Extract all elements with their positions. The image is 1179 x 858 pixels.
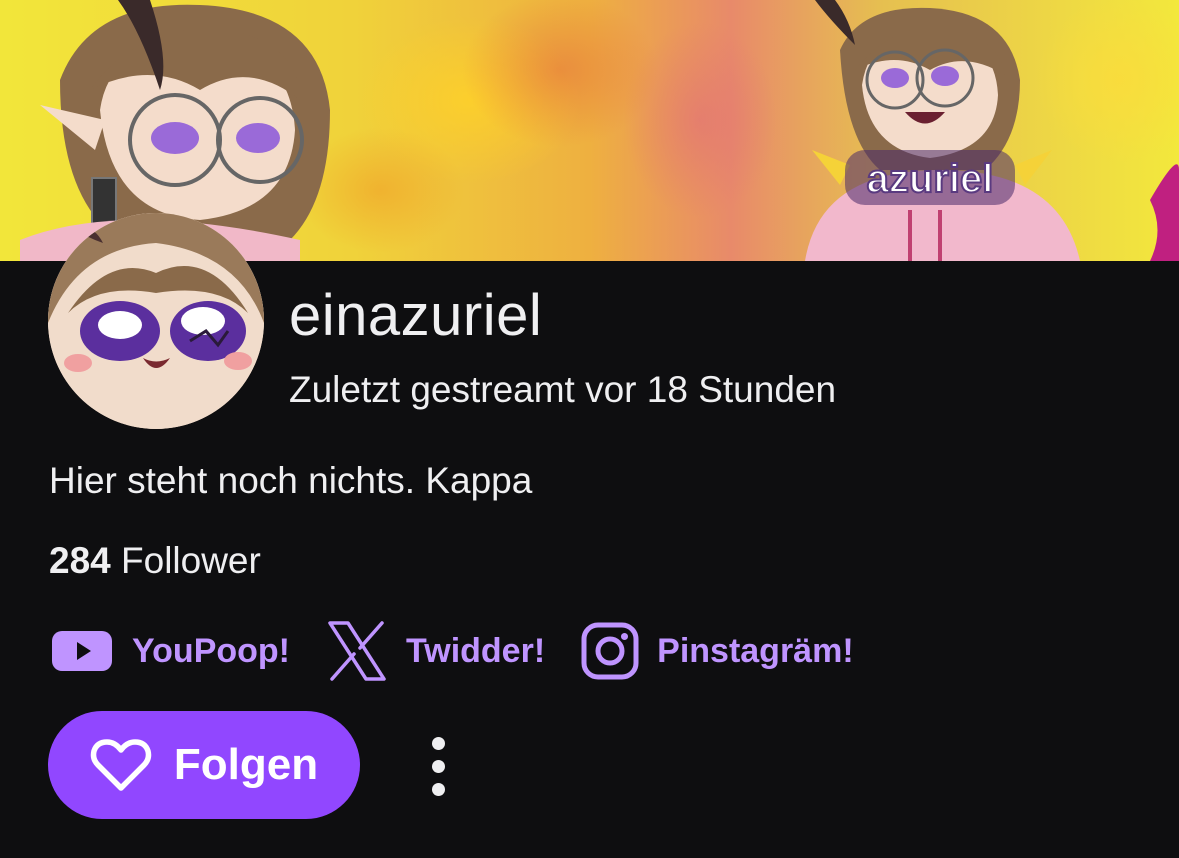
more-vertical-icon-dot: [431, 782, 445, 796]
follower-number: 284: [49, 540, 111, 581]
x-twitter-icon: [326, 621, 388, 681]
social-links: YouPoop! Twidder! Pinstagräm!: [50, 620, 890, 682]
social-link-youtube[interactable]: YouPoop!: [50, 627, 290, 675]
more-options-button[interactable]: [414, 730, 462, 802]
instagram-icon: [581, 622, 639, 680]
social-link-youtube-label: YouPoop!: [132, 631, 290, 670]
social-link-twitter[interactable]: Twidder!: [326, 621, 545, 681]
banner-right-character: [805, 0, 1179, 261]
heart-icon: [90, 738, 152, 792]
follower-count: 284 Follower: [49, 539, 261, 583]
social-link-instagram[interactable]: Pinstagräm!: [581, 622, 854, 680]
more-vertical-icon: [431, 736, 445, 750]
channel-bio: Hier steht noch nichts. Kappa: [49, 460, 533, 501]
follow-button-label: Folgen: [173, 740, 319, 789]
channel-name: einazuriel: [289, 283, 543, 348]
social-link-twitter-label: Twidder!: [406, 631, 546, 670]
follower-label: Follower: [121, 540, 261, 581]
more-vertical-icon-dot: [431, 759, 445, 773]
last-streamed-text: Zuletzt gestreamt vor 18 Stunden: [289, 369, 837, 410]
follow-button[interactable]: Folgen: [48, 711, 360, 819]
youtube-icon: [50, 627, 114, 675]
chibi-face-avatar-icon: [48, 213, 264, 429]
channel-avatar[interactable]: [48, 213, 264, 429]
banner-logo-text: azuriel: [867, 157, 994, 201]
social-link-instagram-label: Pinstagräm!: [657, 631, 854, 670]
